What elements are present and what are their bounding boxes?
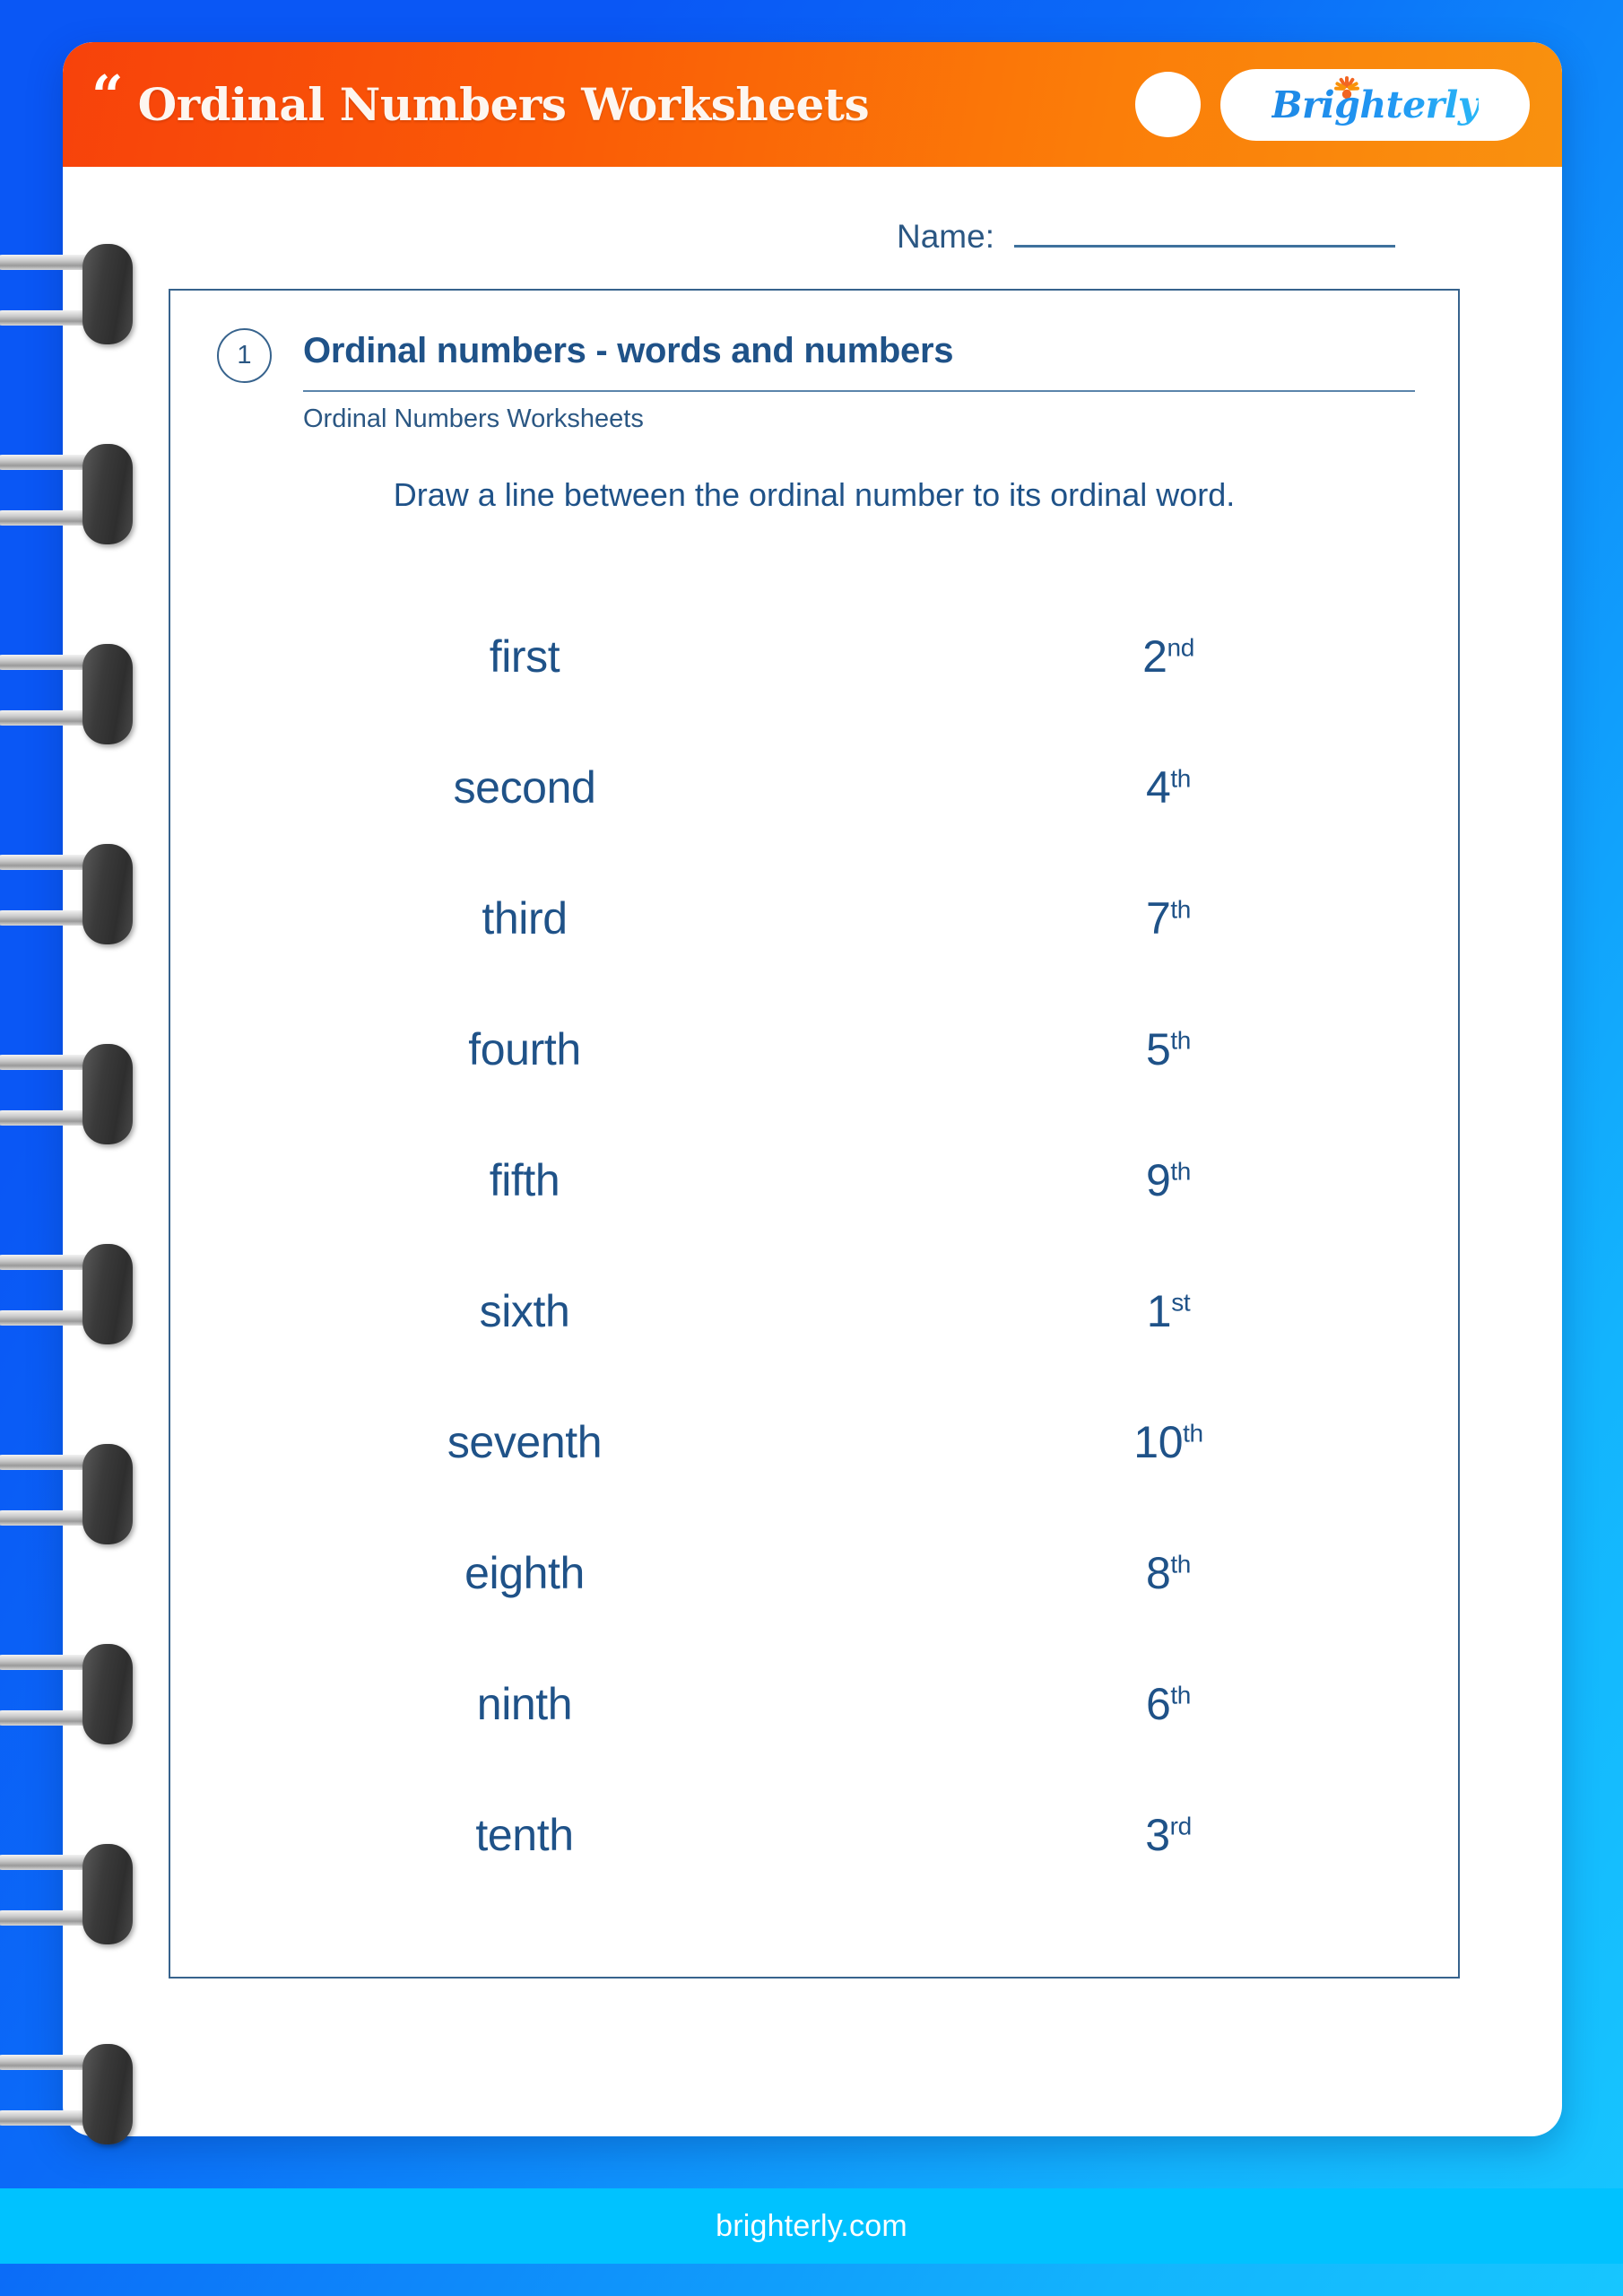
worksheet-page: “ Ordinal Numbers Worksheets Brighterly … [63,42,1562,2136]
ordinal-suffix: th [1183,1419,1203,1448]
exercise-box: 1 Ordinal numbers - words and numbers Or… [169,289,1460,1979]
quote-mark-icon: “ [91,62,124,128]
ordinal-word[interactable]: second [170,761,879,813]
header-brand-group: Brighterly [1135,68,1530,141]
ordinal-numeral: 5 [1146,1024,1171,1074]
ordinal-number[interactable]: 4th [879,761,1458,813]
ordinal-number[interactable]: 10th [879,1416,1458,1468]
exercise-divider [303,390,1415,392]
ordinal-word[interactable]: seventh [170,1416,879,1468]
exercise-instruction: Draw a line between the ordinal number t… [393,476,1236,513]
name-field[interactable]: Name: [897,218,1395,256]
ordinal-numeral: 9 [1146,1155,1171,1205]
ordinal-suffix: th [1170,764,1191,793]
exercise-title: Ordinal numbers - words and numbers [303,331,954,370]
ordinal-number[interactable]: 7th [879,892,1458,944]
name-label: Name: [897,218,994,255]
worksheet-title: Ordinal Numbers Worksheets [137,78,870,131]
ordinal-word[interactable]: fourth [170,1023,879,1075]
exercise-subtitle: Ordinal Numbers Worksheets [303,404,644,433]
ordinal-word[interactable]: ninth [170,1678,879,1730]
match-row: tenth 3rd [170,1770,1458,1900]
matching-list: first 2nd second 4th third 7th fourth 5th fifth 9… [170,591,1458,1900]
ordinal-numeral: 10 [1133,1417,1184,1467]
page-background: “ Ordinal Numbers Worksheets Brighterly … [0,0,1623,2296]
ordinal-numeral: 3 [1145,1810,1170,1860]
ordinal-numeral: 1 [1146,1286,1172,1336]
match-row: sixth 1st [170,1246,1458,1377]
match-row: fifth 9th [170,1115,1458,1246]
ordinal-number[interactable]: 5th [879,1023,1458,1075]
exercise-number: 1 [237,341,252,370]
ordinal-numeral: 4 [1146,762,1171,813]
footer-url: brighterly.com [716,2208,907,2243]
match-row: ninth 6th [170,1639,1458,1770]
ordinal-suffix: rd [1169,1812,1193,1840]
name-input-line[interactable] [1013,245,1395,248]
ordinal-suffix: nd [1167,633,1195,662]
match-row: fourth 5th [170,984,1458,1115]
ordinal-number[interactable]: 8th [879,1547,1458,1599]
ordinal-numeral: 6 [1146,1679,1171,1729]
ordinal-number[interactable]: 6th [879,1678,1458,1730]
ordinal-word[interactable]: third [170,892,879,944]
ordinal-word[interactable]: fifth [170,1154,879,1206]
ordinal-suffix: th [1170,1157,1191,1186]
ordinal-suffix: th [1170,1681,1191,1709]
worksheet-header: “ Ordinal Numbers Worksheets Brighterly [63,42,1562,167]
ordinal-number[interactable]: 9th [879,1154,1458,1206]
ordinal-word[interactable]: first [170,631,879,683]
exercise-number-badge: 1 [217,328,272,383]
ordinal-suffix: th [1170,1026,1191,1055]
ordinal-number[interactable]: 3rd [879,1809,1458,1861]
ordinal-suffix: th [1170,895,1191,924]
ordinal-number[interactable]: 1st [879,1285,1458,1337]
ordinal-word[interactable]: eighth [170,1547,879,1599]
ordinal-word[interactable]: sixth [170,1285,879,1337]
ordinal-numeral: 2 [1142,631,1167,682]
match-row: eighth 8th [170,1508,1458,1639]
match-row: first 2nd [170,591,1458,722]
ordinal-suffix: st [1171,1288,1191,1317]
footer-band: brighterly.com [0,2188,1623,2264]
ordinal-numeral: 8 [1146,1548,1171,1598]
match-row: seventh 10th [170,1377,1458,1508]
ordinal-numeral: 7 [1146,893,1171,944]
match-row: third 7th [170,853,1458,984]
match-row: second 4th [170,722,1458,853]
ordinal-number[interactable]: 2nd [879,631,1458,683]
brighterly-logo-text: Brighterly [1271,83,1480,126]
brighterly-logo[interactable]: Brighterly [1220,68,1530,141]
ordinal-suffix: th [1170,1550,1191,1578]
ordinal-word[interactable]: tenth [170,1809,879,1861]
header-circle-decoration [1135,72,1201,137]
